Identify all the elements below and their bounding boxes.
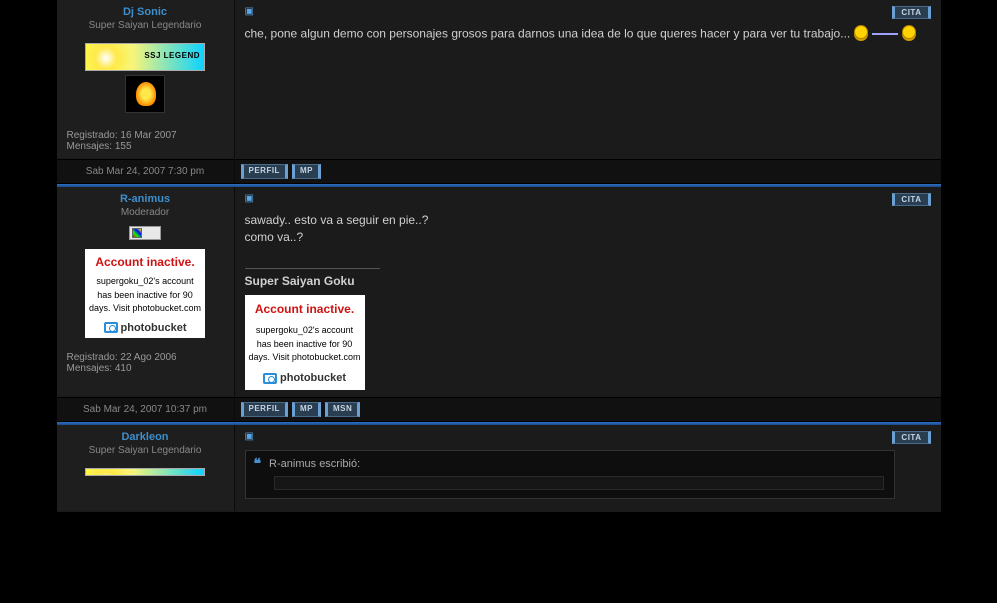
quote-button[interactable]: CITA [892, 193, 930, 206]
signature-image-inactive: Account inactive. supergoku_02's account… [245, 295, 365, 390]
author-rank: Super Saiyan Legendario [65, 20, 226, 31]
post-body: ▣ CITA che, pone algun demo con personaj… [235, 0, 941, 158]
avatar-inactive: Account inactive. supergoku_02's account… [85, 249, 205, 338]
post-body: ▣ CITA ❝ R-animus escribió: [235, 425, 941, 511]
signature-text: Super Saiyan Goku [245, 273, 931, 290]
author-link[interactable]: Darkleon [121, 431, 168, 443]
post-footer: Sab Mar 24, 2007 7:30 pm PERFIL MP [57, 159, 941, 184]
post-date: Sab Mar 24, 2007 10:37 pm [57, 398, 235, 421]
author-link[interactable]: R-animus [120, 193, 170, 205]
rank-image [85, 468, 205, 476]
post-author-panel: Dj Sonic Super Saiyan Legendario SSJ LEG… [57, 0, 235, 158]
registered-line: Registrado: 16 Mar 2007 [67, 130, 226, 141]
quote-block: ❝ R-animus escribió: [245, 450, 895, 499]
post-anchor-icon[interactable]: ▣ [245, 431, 254, 442]
quote-button[interactable]: CITA [892, 6, 930, 19]
msn-button[interactable]: MSN [325, 402, 360, 417]
post-author-panel: R-animus Moderador Account inactive. sup… [57, 187, 235, 396]
forum-post: Darkleon Super Saiyan Legendario ▣ CITA … [57, 425, 941, 512]
post-author-panel: Darkleon Super Saiyan Legendario [57, 425, 235, 511]
rank-image-broken [129, 226, 161, 240]
quote-content [274, 476, 884, 490]
quote-button[interactable]: CITA [892, 431, 930, 444]
post-body: ▣ CITA sawady.. esto va a seguir en pie.… [235, 187, 941, 396]
avatar [125, 75, 165, 113]
pm-button[interactable]: MP [292, 402, 321, 417]
author-rank: Super Saiyan Legendario [65, 445, 226, 456]
post-anchor-icon[interactable]: ▣ [245, 6, 254, 17]
author-rank: Moderador [65, 207, 226, 218]
messages-line: Mensajes: 410 [67, 363, 226, 374]
profile-button[interactable]: PERFIL [241, 164, 288, 179]
profile-button[interactable]: PERFIL [241, 402, 288, 417]
forum-post: Dj Sonic Super Saiyan Legendario SSJ LEG… [57, 0, 941, 159]
post-content: sawady.. esto va a seguir en pie..? como… [245, 212, 931, 390]
post-anchor-icon[interactable]: ▣ [245, 193, 254, 204]
pm-button[interactable]: MP [292, 164, 321, 179]
rank-image: SSJ LEGEND [85, 43, 205, 71]
registered-line: Registrado: 22 Ago 2006 [67, 352, 226, 363]
post-footer: Sab Mar 24, 2007 10:37 pm PERFIL MP MSN [57, 397, 941, 422]
quote-icon: ❝ [254, 455, 262, 472]
camera-icon [263, 373, 277, 384]
author-link[interactable]: Dj Sonic [123, 6, 167, 18]
buddies-emoji [854, 25, 916, 44]
forum-post: R-animus Moderador Account inactive. sup… [57, 187, 941, 397]
quote-attribution: R-animus escribió: [269, 458, 360, 470]
camera-icon [104, 322, 118, 333]
signature-separator [245, 268, 380, 269]
post-date: Sab Mar 24, 2007 7:30 pm [57, 160, 235, 183]
post-content: che, pone algun demo con personajes gros… [245, 25, 931, 145]
messages-line: Mensajes: 155 [67, 141, 226, 152]
